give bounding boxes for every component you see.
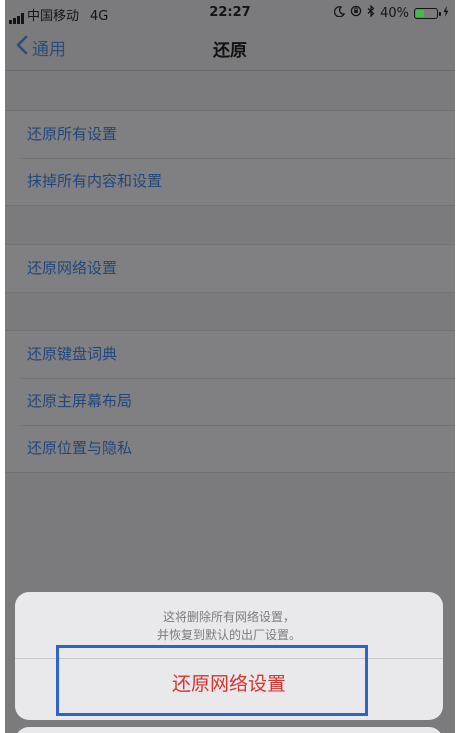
orientation-lock-icon [350, 5, 362, 21]
settings-group-1: 还原所有设置 抹掉所有内容和设置 [5, 111, 455, 205]
group-divider [5, 292, 455, 293]
battery-icon [414, 7, 441, 19]
moon-icon [334, 5, 346, 21]
settings-group-3: 还原键盘词典 还原主屏幕布局 还原位置与隐私 [5, 331, 455, 472]
reset-keyboard-dictionary-item[interactable]: 还原键盘词典 [5, 331, 455, 378]
reset-location-privacy-item[interactable]: 还原位置与隐私 [5, 425, 455, 472]
action-sheet-message: 这将删除所有网络设置， 并恢复到默认的出厂设置。 [15, 608, 443, 644]
navigation-bar: 通用 还原 [5, 26, 455, 71]
erase-all-content-item[interactable]: 抹掉所有内容和设置 [5, 158, 455, 205]
highlight-annotation-box [56, 645, 368, 716]
reset-network-settings-item[interactable]: 还原网络设置 [5, 245, 455, 292]
battery-cap [439, 11, 441, 16]
cancel-button[interactable] [15, 727, 443, 733]
bluetooth-icon [367, 4, 375, 21]
reset-all-settings-item[interactable]: 还原所有设置 [5, 111, 455, 158]
settings-group-2: 还原网络设置 [5, 245, 455, 292]
charging-icon [443, 5, 449, 21]
status-bar: 中国移动 4G 22:27 40% [5, 0, 455, 26]
battery-fill [416, 9, 424, 17]
reset-home-screen-layout-item[interactable]: 还原主屏幕布局 [5, 378, 455, 425]
group-divider [5, 205, 455, 206]
status-right: 40% [334, 4, 449, 21]
settings-screen: 中国移动 4G 22:27 40% 通用 还原 还原所有设置 抹掉所有内容和设置… [5, 0, 455, 733]
page-title: 还原 [213, 41, 247, 61]
action-sheet-message-line-1: 这将删除所有网络设置， [162, 610, 295, 624]
action-sheet-message-line-2: 并恢复到默认的出厂设置。 [156, 628, 301, 642]
battery-percent: 40% [380, 5, 409, 21]
group-divider [5, 472, 455, 473]
